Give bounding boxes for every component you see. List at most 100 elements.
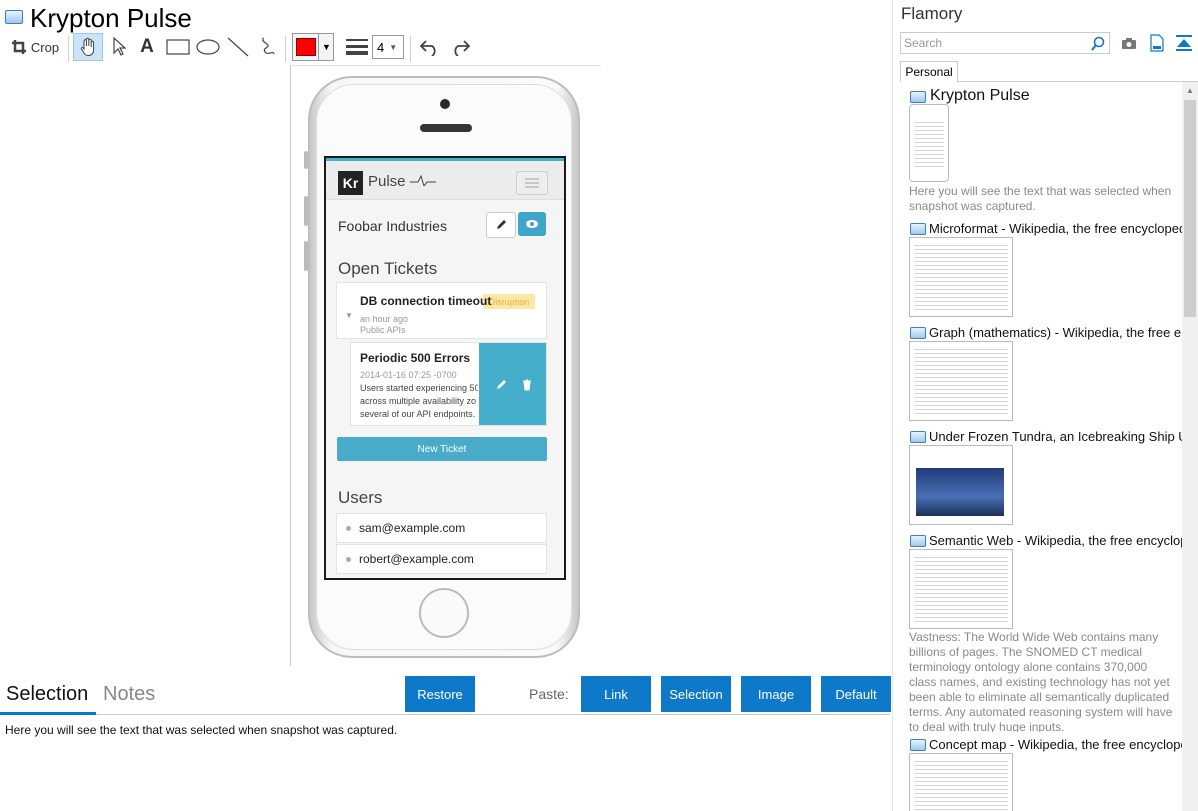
app-page-icon: [5, 10, 23, 24]
list-item-title[interactable]: Graph (mathematics) - Wikipedia, the fre…: [929, 325, 1182, 340]
document-icon[interactable]: [1150, 34, 1164, 57]
chevron-down-icon: ▼: [318, 34, 334, 60]
list-item-thumbnail[interactable]: [909, 341, 1013, 421]
eye-icon: [526, 220, 538, 228]
selection-text[interactable]: Here you will see the text that was sele…: [5, 723, 397, 737]
restore-button[interactable]: Restore: [405, 676, 475, 712]
chevron-down-icon: ▼: [389, 42, 398, 52]
stroke-color-dropdown[interactable]: ▼: [292, 33, 334, 61]
tab-notes[interactable]: Notes: [103, 683, 155, 706]
pointer-tool-button[interactable]: [105, 33, 133, 61]
camera-icon[interactable]: [1122, 36, 1136, 54]
page-icon: [910, 431, 926, 443]
view-company-button: [518, 212, 546, 236]
line-width-select[interactable]: 4 ▼: [372, 35, 404, 59]
tab-divider: [0, 714, 890, 715]
text-tool-button[interactable]: A: [133, 33, 161, 61]
paste-link-button[interactable]: Link: [581, 676, 651, 712]
rectangle-icon: [166, 39, 190, 55]
search-glyph: [1091, 36, 1105, 51]
panel-divider: [892, 0, 893, 811]
ticket-time: an hour ago: [360, 314, 409, 324]
snapshot-list[interactable]: Krypton Pulse Here you will see the text…: [900, 82, 1182, 811]
list-item-title[interactable]: Under Frozen Tundra, an Icebreaking Ship…: [929, 429, 1182, 444]
active-tab-indicator: [0, 712, 96, 715]
line-tool-button[interactable]: [224, 33, 252, 61]
menu-icon: [516, 171, 548, 195]
ticket-description: Users started experiencing 50 across mul…: [360, 383, 478, 419]
list-item-title[interactable]: Krypton Pulse: [930, 87, 1030, 105]
crop-icon: [11, 40, 26, 54]
bullet-icon: [346, 556, 351, 562]
list-item-thumbnail[interactable]: [909, 104, 949, 182]
redo-icon: [454, 40, 471, 56]
scroll-top-icon[interactable]: [1176, 34, 1192, 57]
color-swatch: [296, 38, 316, 56]
list-item-title[interactable]: Concept map - Wikipedia, the free encycl…: [929, 737, 1182, 752]
user-row: sam@example.com: [336, 513, 547, 543]
camera-glyph: [1122, 38, 1136, 49]
pencil-icon: [497, 220, 506, 229]
undo-icon: [419, 40, 436, 56]
paste-selection-button[interactable]: Selection: [661, 676, 731, 712]
edit-company-button: [486, 212, 516, 238]
rectangle-tool-button[interactable]: [164, 33, 192, 61]
undo-button[interactable]: [416, 33, 444, 61]
page-icon: [910, 739, 926, 751]
list-item-thumbnail[interactable]: [909, 549, 1013, 629]
tab-selection[interactable]: Selection: [6, 683, 88, 706]
list-item-title[interactable]: Semantic Web - Wikipedia, the free encyc…: [929, 533, 1182, 548]
page-title: Krypton Pulse: [30, 3, 192, 33]
redo-button[interactable]: [446, 33, 474, 61]
ticket-title: Periodic 500 Errors: [360, 351, 471, 365]
phone-camera: [440, 99, 450, 109]
ellipse-icon: [196, 39, 220, 55]
company-name: Foobar Industries: [338, 218, 447, 234]
app-navbar: Kr Pulse: [326, 161, 564, 200]
paste-label: Paste:: [529, 686, 569, 702]
toolbar-divider: [285, 36, 286, 62]
hand-tool-button[interactable]: [73, 33, 103, 61]
list-item-text: Vastness: The World Wide Web contains ma…: [909, 630, 1173, 732]
list-item-thumbnail[interactable]: [909, 445, 1013, 525]
list-item-thumbnail[interactable]: [909, 237, 1013, 317]
phone-speaker: [420, 124, 472, 132]
tab-personal[interactable]: Personal: [900, 61, 958, 82]
thumbnail-content: [914, 119, 944, 167]
thumbnail-content: [914, 346, 1008, 416]
brand-name: Pulse: [368, 173, 436, 190]
line-width-value: 4: [377, 39, 385, 55]
brand-name-text: Pulse: [368, 173, 406, 190]
scroll-up-icon[interactable]: ▲: [1182, 82, 1198, 98]
scrollbar-thumb[interactable]: [1184, 100, 1196, 317]
list-item-title[interactable]: Microformat - Wikipedia, the free encycl…: [929, 221, 1182, 236]
snapshot-canvas[interactable]: Kr Pulse Foobar Industries Open Tickets …: [290, 65, 601, 666]
thumbnail-content: [914, 242, 1008, 312]
line-width-icon: [346, 39, 368, 55]
list-item-thumbnail[interactable]: [909, 753, 1013, 811]
crop-label: Crop: [30, 39, 60, 55]
crop-button[interactable]: Crop: [5, 33, 65, 61]
document-glyph: [1150, 34, 1164, 52]
page-icon: [910, 91, 926, 103]
caret-down-icon: ▼: [345, 311, 353, 320]
paste-default-button[interactable]: Default: [821, 676, 891, 712]
phone-home-button: [419, 588, 469, 638]
new-ticket-button: New Ticket: [337, 437, 547, 461]
brand-logo: Kr: [338, 171, 363, 195]
freehand-icon: [262, 37, 275, 55]
ellipse-tool-button[interactable]: [194, 33, 222, 61]
search-icon[interactable]: [1090, 36, 1106, 57]
ticket-date: 2014-01-16 07:25 -0700: [360, 370, 457, 380]
thumbnail-content: [914, 758, 1008, 811]
ticket-title: DB connection timeout: [360, 294, 492, 308]
freehand-tool-button[interactable]: [254, 33, 282, 61]
line-width-button[interactable]: [344, 33, 370, 61]
text-icon: A: [140, 36, 154, 57]
pencil-icon: [496, 380, 506, 389]
thumbnail-content: [914, 554, 1008, 624]
user-email: robert@example.com: [359, 552, 474, 566]
paste-image-button[interactable]: Image: [741, 676, 811, 712]
open-tickets-heading: Open Tickets: [338, 259, 438, 278]
search-input[interactable]: Search: [900, 32, 1110, 54]
